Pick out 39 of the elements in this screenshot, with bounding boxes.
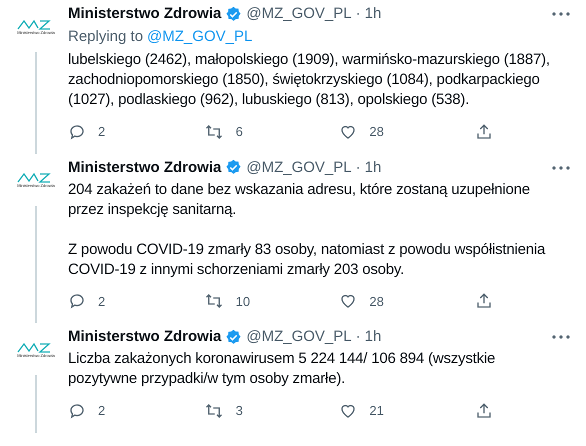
like-count: 28 [369, 123, 384, 141]
tweet-text: lubelskiego (2462), małopolskiego (1909), warmińsko-mazurskiego (1887), zachodniopomorskiego (1850), świętokrzyskiego (1084), podkarpackiego (1027), podlaskiego (962), lubuskiego (813), opolskiego (538). [68, 50, 551, 110]
reply-icon[interactable] [68, 402, 86, 420]
tweet-text: Z powodu COVID-19 zmarły 83 osoby, natomiast z powodu współistnienia COVID-19 z innymi schorzeniami zmarły 203 osoby. [68, 240, 546, 280]
retweet-icon[interactable] [204, 292, 224, 310]
heart-icon[interactable] [339, 292, 358, 310]
more-icon[interactable] [552, 166, 570, 170]
more-icon[interactable] [552, 335, 570, 339]
reply-count: 2 [98, 402, 106, 420]
reply-count: 2 [98, 292, 106, 310]
reply-icon[interactable] [68, 292, 86, 310]
reply-icon[interactable] [68, 122, 86, 141]
more-icon[interactable] [552, 12, 570, 16]
reply-count: 2 [98, 123, 106, 141]
author-name[interactable]: Ministerstwo Zdrowia [68, 158, 222, 178]
share-icon[interactable] [475, 292, 494, 310]
share-icon[interactable] [475, 402, 494, 420]
tweet-text: Liczba zakażonych koronawirusem 5 224 144/ 106 894 (wszystkie pozytywne przypadki/w tym osoby zmarłe). [68, 349, 496, 389]
author-handle[interactable]: @MZ_GOV_PL [246, 327, 352, 347]
timestamp[interactable]: 1h [364, 4, 382, 24]
separator: · [356, 4, 361, 24]
author-name[interactable]: Ministerstwo Zdrowia [68, 327, 222, 347]
replying-label: Replying to [68, 27, 144, 47]
timestamp[interactable]: 1h [364, 158, 382, 178]
author-handle[interactable]: @MZ_GOV_PL [246, 4, 352, 24]
like-count: 28 [369, 292, 384, 310]
retweet-count: 10 [236, 292, 250, 310]
retweet-icon[interactable] [204, 122, 224, 141]
tweet-text: 204 zakażeń to dane bez wskazania adresu, które zostaną uzupełnione przez inspekcję sanitarną. [68, 180, 531, 220]
retweet-count: 6 [236, 123, 243, 141]
separator: · [356, 158, 361, 178]
timestamp[interactable]: 1h [364, 327, 382, 347]
separator: · [356, 327, 361, 347]
retweet-icon[interactable] [204, 402, 224, 420]
share-icon[interactable] [475, 122, 494, 141]
author-handle[interactable]: @MZ_GOV_PL [246, 158, 352, 178]
retweet-count: 3 [236, 402, 243, 420]
author-name[interactable]: Ministerstwo Zdrowia [68, 4, 222, 24]
like-count: 21 [369, 402, 384, 420]
